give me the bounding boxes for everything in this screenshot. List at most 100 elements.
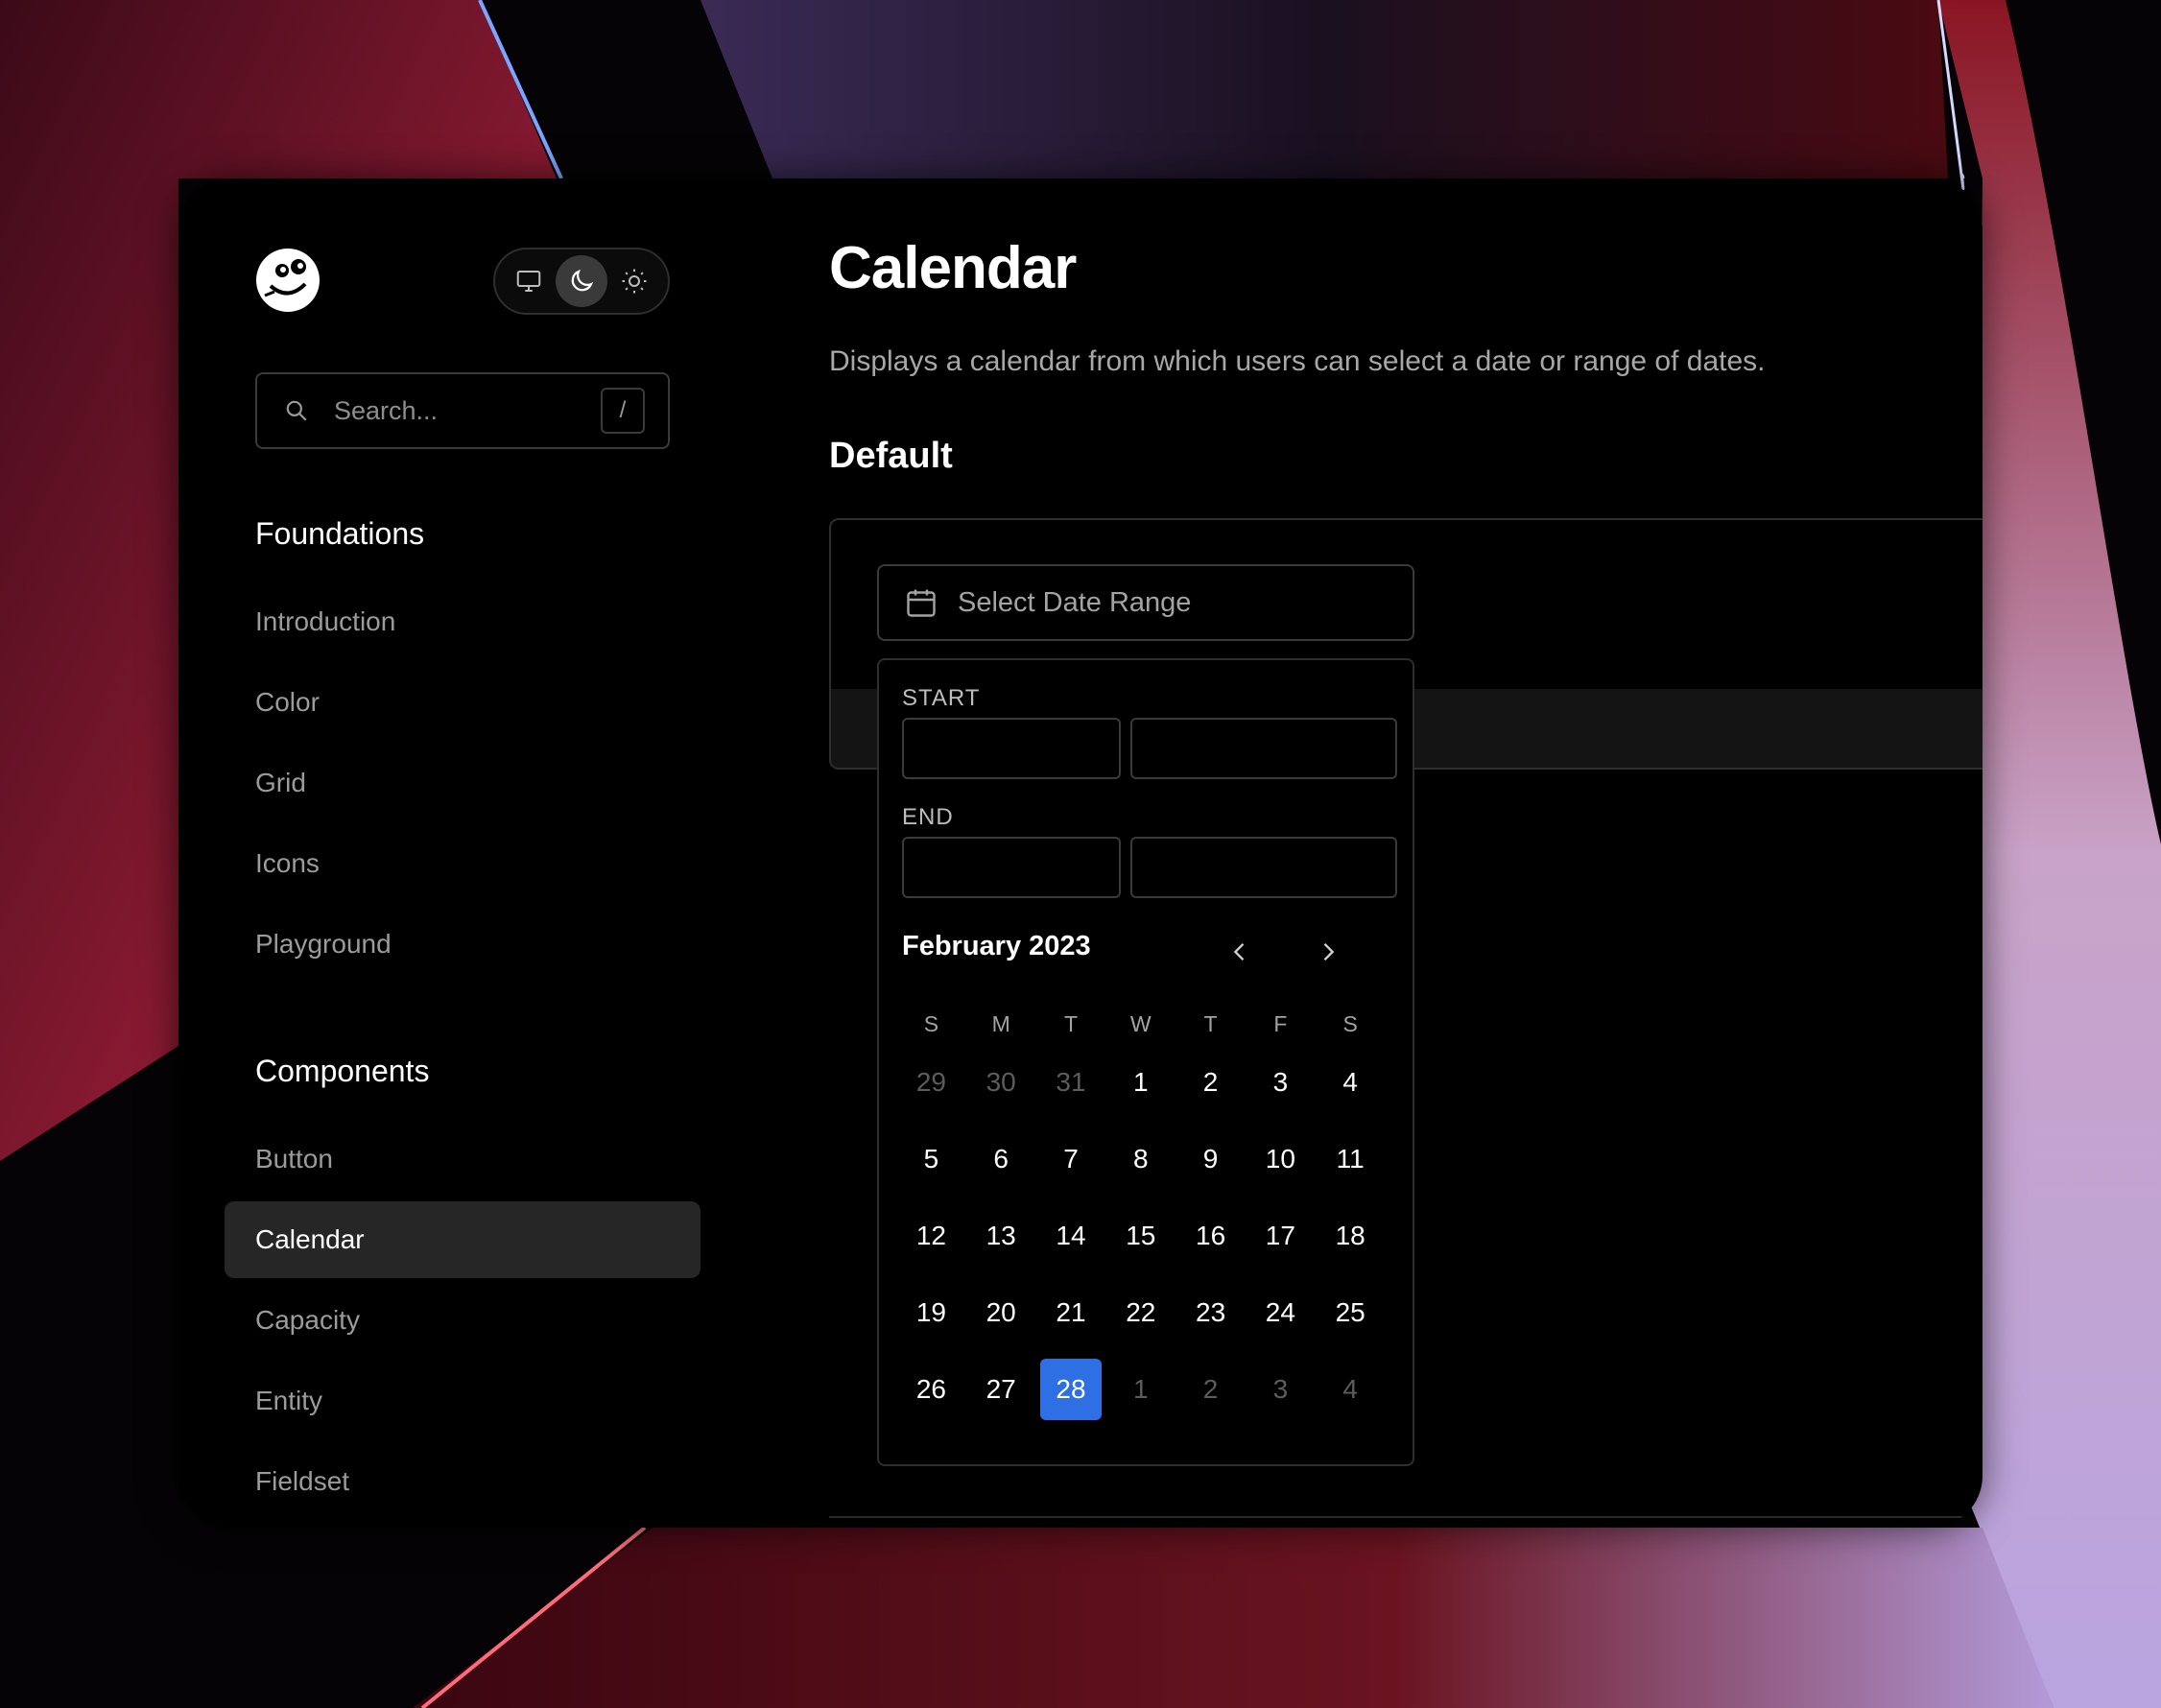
calendar-day-label: 1 xyxy=(1132,1374,1149,1404)
calendar-day[interactable]: 23 xyxy=(1175,1282,1246,1343)
sun-icon xyxy=(622,269,647,294)
calendar-day-label: 22 xyxy=(1126,1297,1156,1327)
calendar-day[interactable]: 8 xyxy=(1105,1128,1175,1190)
calendar-day[interactable]: 3 xyxy=(1246,1052,1316,1113)
date-range-trigger-label: Select Date Range xyxy=(958,586,1192,618)
calendar-week-row: 29 30 31 1 2 3 4 xyxy=(896,1044,1386,1121)
month-label: February 2023 xyxy=(902,931,1091,961)
search-input[interactable] xyxy=(334,395,583,426)
calendar-day-label: 13 xyxy=(986,1221,1016,1250)
sidebar-item-entity[interactable]: Entity xyxy=(225,1363,701,1439)
end-date-field[interactable] xyxy=(902,837,1121,898)
sidebar-item-capacity[interactable]: Capacity xyxy=(225,1282,701,1359)
calendar-day[interactable]: 1 xyxy=(1105,1052,1175,1113)
calendar-day[interactable]: 16 xyxy=(1175,1205,1246,1267)
start-time-field[interactable] xyxy=(1130,718,1397,779)
calendar-day[interactable]: 11 xyxy=(1316,1128,1386,1190)
calendar-day[interactable]: 5 xyxy=(896,1128,966,1190)
page-description: Displays a calendar from which users can… xyxy=(829,345,1766,377)
calendar-week-row: 19 20 21 22 23 24 25 xyxy=(896,1274,1386,1351)
theme-light-button[interactable] xyxy=(608,255,660,307)
calendar-day[interactable]: 20 xyxy=(966,1282,1036,1343)
calendar-day[interactable]: 6 xyxy=(966,1128,1036,1190)
calendar-day-label: 7 xyxy=(1063,1144,1079,1174)
prev-month-button[interactable] xyxy=(1223,935,1257,969)
calendar-week-row: 26 27 28 1 2 3 4 xyxy=(896,1351,1386,1428)
calendar-day-label: 12 xyxy=(915,1221,946,1250)
theme-dark-button[interactable] xyxy=(556,255,607,307)
calendar-day[interactable]: 14 xyxy=(1036,1205,1106,1267)
page-title: Calendar xyxy=(829,235,1077,301)
calendar-day-label: 15 xyxy=(1126,1221,1156,1250)
weekday-header: S M T W T F S xyxy=(896,1011,1386,1044)
sidebar-item-icons[interactable]: Icons xyxy=(225,825,701,902)
calendar-day-outside[interactable]: 4 xyxy=(1316,1359,1386,1420)
theme-system-button[interactable] xyxy=(503,255,555,307)
sidebar-item-grid[interactable]: Grid xyxy=(225,745,701,821)
calendar-day[interactable]: 9 xyxy=(1175,1128,1246,1190)
calendar-day-label: 20 xyxy=(986,1297,1016,1327)
calendar-day-label: 6 xyxy=(993,1144,1009,1174)
calendar-day-label: 4 xyxy=(1342,1374,1358,1404)
next-month-button[interactable] xyxy=(1311,935,1345,969)
calendar-day[interactable]: 26 xyxy=(896,1359,966,1420)
calendar-icon xyxy=(907,589,936,617)
calendar-day[interactable]: 13 xyxy=(966,1205,1036,1267)
components-heading: Components xyxy=(255,1054,430,1088)
search-icon xyxy=(286,400,307,421)
avatar-icon[interactable] xyxy=(255,248,321,313)
sidebar-item-button[interactable]: Button xyxy=(225,1121,701,1198)
calendar-day-label: 3 xyxy=(1272,1067,1289,1097)
calendar-day-label: 28 xyxy=(1039,1359,1102,1420)
calendar-day[interactable]: 21 xyxy=(1036,1282,1106,1343)
calendar-day-label: 2 xyxy=(1202,1374,1219,1404)
monitor-icon xyxy=(516,271,541,292)
weekday-label: T xyxy=(1063,1011,1079,1036)
calendar-week-row: 12 13 14 15 16 17 18 xyxy=(896,1198,1386,1274)
end-time-field[interactable] xyxy=(1130,837,1397,898)
divider xyxy=(829,1516,1983,1518)
calendar-day-outside[interactable]: 31 xyxy=(1036,1052,1106,1113)
sidebar-item-calendar[interactable]: Calendar xyxy=(225,1201,701,1278)
calendar-day-label: 21 xyxy=(1056,1297,1086,1327)
calendar-weeks: 29 30 31 1 2 3 4 5 6 7 8 9 10 11 12 13 14 15 16 17 18 19 20 21 2… xyxy=(896,1044,1386,1428)
foundations-heading: Foundations xyxy=(255,516,425,551)
sidebar-item-introduction[interactable]: Introduction xyxy=(225,583,701,660)
start-date-field[interactable] xyxy=(902,718,1121,779)
calendar-day-label: 9 xyxy=(1202,1144,1219,1174)
calendar-day-outside[interactable]: 29 xyxy=(896,1052,966,1113)
calendar-day[interactable]: 27 xyxy=(966,1359,1036,1420)
calendar-day[interactable]: 19 xyxy=(896,1282,966,1343)
calendar-day-outside[interactable]: 30 xyxy=(966,1052,1036,1113)
calendar-day[interactable]: 10 xyxy=(1246,1128,1316,1190)
calendar-day-label: 19 xyxy=(915,1297,946,1327)
search-box[interactable]: / xyxy=(255,372,670,449)
calendar-day-outside[interactable]: 3 xyxy=(1246,1359,1316,1420)
calendar-day[interactable]: 17 xyxy=(1246,1205,1316,1267)
calendar-day[interactable]: 2 xyxy=(1175,1052,1246,1113)
calendar-day-label: 23 xyxy=(1196,1297,1226,1327)
calendar-day[interactable]: 24 xyxy=(1246,1282,1316,1343)
sidebar-item-color[interactable]: Color xyxy=(225,664,701,741)
weekday-label: T xyxy=(1203,1011,1218,1036)
app-window: / Foundations Introduction Color Grid Ic… xyxy=(178,178,1983,1528)
calendar-day[interactable]: 4 xyxy=(1316,1052,1386,1113)
calendar-day[interactable]: 22 xyxy=(1105,1282,1175,1343)
calendar-day[interactable]: 15 xyxy=(1105,1205,1175,1267)
search-shortcut-key: / xyxy=(601,388,645,434)
weekday-label: M xyxy=(991,1011,1010,1036)
calendar-day-outside[interactable]: 2 xyxy=(1175,1359,1246,1420)
weekday-label: S xyxy=(1342,1011,1358,1036)
calendar-day[interactable]: 25 xyxy=(1316,1282,1386,1343)
date-range-trigger[interactable]: Select Date Range xyxy=(877,564,1414,641)
calendar-day-label: 16 xyxy=(1196,1221,1226,1250)
calendar-day-selected[interactable]: 28 xyxy=(1036,1359,1106,1420)
chevron-right-icon xyxy=(1323,943,1335,961)
sidebar-item-fieldset[interactable]: Fieldset xyxy=(225,1443,701,1520)
calendar-day[interactable]: 7 xyxy=(1036,1128,1106,1190)
end-label: END xyxy=(902,804,954,830)
sidebar-item-playground[interactable]: Playground xyxy=(225,906,701,983)
calendar-day-outside[interactable]: 1 xyxy=(1105,1359,1175,1420)
calendar-day[interactable]: 18 xyxy=(1316,1205,1386,1267)
calendar-day[interactable]: 12 xyxy=(896,1205,966,1267)
